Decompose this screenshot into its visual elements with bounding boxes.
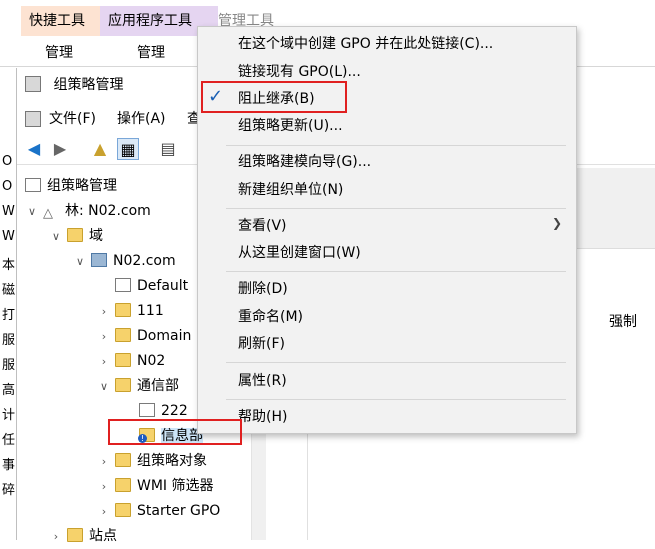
gpmc-app-icon	[25, 76, 41, 92]
bg-char: 高	[2, 383, 16, 398]
ou-folder-icon	[115, 328, 131, 342]
properties-icon[interactable]: ▤	[157, 138, 179, 160]
back-arrow-icon[interactable]: ◀	[23, 138, 45, 160]
window-title: 组策略管理	[25, 72, 123, 98]
menu-item-new-window[interactable]: 从这里创建窗口(W)	[238, 241, 361, 265]
tree-node-gpo-objects[interactable]: › 组策略对象	[97, 449, 207, 473]
tree-node-sites[interactable]: › 站点	[49, 524, 117, 548]
menu-separator	[226, 362, 566, 363]
tree-node-ou-domain[interactable]: › Domain	[97, 324, 191, 348]
bg-char: 计	[2, 408, 16, 423]
tree-label: 站点	[89, 528, 117, 544]
menu-app-icon	[25, 111, 41, 127]
chevron-down-icon[interactable]: ∨	[25, 200, 39, 224]
chevron-right-icon: ❯	[552, 216, 563, 230]
up-folder-icon[interactable]: ▲	[89, 138, 111, 160]
tree-label: N02.com	[113, 253, 176, 269]
tree-node-ou-111[interactable]: › 111	[97, 299, 164, 323]
menu-item-modeling-wizard[interactable]: 组策略建模向导(G)...	[238, 150, 371, 174]
bg-char: W	[2, 229, 15, 244]
tree-label: N02	[137, 353, 166, 369]
highlight-box-info-ou	[108, 419, 242, 445]
forward-arrow-icon[interactable]: ▶	[49, 138, 71, 160]
menu-separator	[226, 145, 566, 146]
menu-separator	[226, 208, 566, 209]
ou-folder-icon	[115, 378, 131, 392]
domains-icon	[67, 228, 83, 242]
bg-char: 磁	[2, 283, 16, 298]
menu-item-delete[interactable]: 删除(D)	[238, 277, 288, 301]
chevron-right-icon[interactable]: ›	[97, 500, 111, 524]
chevron-right-icon[interactable]: ›	[49, 525, 63, 549]
menu-item-help[interactable]: 帮助(H)	[238, 405, 287, 429]
bg-char: 本	[2, 258, 16, 273]
window-title-text: 组策略管理	[53, 77, 124, 93]
bg-char: 服	[2, 333, 16, 348]
menu-item-view[interactable]: 查看(V)	[238, 214, 287, 238]
tree-label: 域	[89, 228, 103, 244]
bg-char: 服	[2, 358, 16, 373]
tree-label: 222	[161, 403, 188, 419]
bg-char: 碎	[2, 483, 16, 498]
tree-node-domains[interactable]: ∨ 域	[49, 224, 103, 248]
tree-node-ou-comms[interactable]: ∨ 通信部	[97, 374, 179, 398]
chevron-right-icon[interactable]: ›	[97, 475, 111, 499]
tree-node-gpmc-root[interactable]: 组策略管理	[21, 174, 117, 198]
folder-icon	[115, 503, 131, 517]
tree-label: 林: N02.com	[65, 203, 151, 219]
chevron-right-icon[interactable]: ›	[97, 350, 111, 374]
folder-icon	[115, 478, 131, 492]
bg-char: 事	[2, 458, 16, 473]
tree-node-domain[interactable]: ∨ N02.com	[73, 249, 176, 273]
folder-icon	[115, 453, 131, 467]
tree-node-forest[interactable]: ∨ △ 林: N02.com	[25, 199, 151, 223]
gpo-link-icon	[115, 278, 131, 292]
menu-file[interactable]: 文件(F)	[49, 108, 96, 128]
menu-item-rename[interactable]: 重命名(M)	[238, 305, 303, 329]
ribbon-sub-manage-2[interactable]: 管理	[100, 42, 202, 64]
domain-icon	[91, 253, 107, 267]
menu-separator	[226, 399, 566, 400]
tree-label: Domain	[137, 328, 192, 344]
tree-label: 111	[137, 303, 164, 319]
menu-item-refresh[interactable]: 刷新(F)	[238, 332, 285, 356]
bg-char: O	[2, 179, 13, 194]
tree-node-starter-gpo[interactable]: › Starter GPO	[97, 499, 220, 523]
chevron-down-icon[interactable]: ∨	[49, 225, 63, 249]
tree-label: Default	[137, 278, 189, 294]
tree-label: 通信部	[137, 378, 179, 394]
gpmc-icon	[25, 178, 41, 192]
bg-char: W	[2, 204, 15, 219]
tree-node-wmi-filters[interactable]: › WMI 筛选器	[97, 474, 214, 498]
tree-label: Starter GPO	[137, 503, 221, 519]
bg-char: O	[2, 154, 13, 169]
gpo-link-icon	[139, 403, 155, 417]
tree-label: WMI 筛选器	[137, 478, 214, 494]
ou-folder-icon	[115, 303, 131, 317]
menu-item-properties[interactable]: 属性(R)	[238, 369, 287, 393]
menu-item-gp-update[interactable]: 组策略更新(U)...	[238, 114, 343, 138]
menu-item-new-ou[interactable]: 新建组织单位(N)	[238, 178, 343, 202]
chevron-down-icon[interactable]: ∨	[73, 250, 87, 274]
tree-node-ou-n02[interactable]: › N02	[97, 349, 165, 373]
chevron-right-icon[interactable]: ›	[97, 300, 111, 324]
chevron-down-icon[interactable]: ∨	[97, 375, 111, 399]
column-header-enforced[interactable]: 强制	[609, 311, 637, 331]
tree-label: 组策略对象	[137, 453, 207, 469]
chevron-right-icon[interactable]: ›	[97, 450, 111, 474]
chevron-right-icon[interactable]: ›	[97, 325, 111, 349]
menu-item-create-gpo-link[interactable]: 在这个域中创建 GPO 并在此处链接(C)...	[238, 32, 493, 56]
bg-char: 打	[2, 308, 16, 323]
menu-action[interactable]: 操作(A)	[117, 108, 166, 128]
show-hide-tree-icon[interactable]: ▦	[117, 138, 139, 160]
ribbon-sub-manage-1[interactable]: 管理	[21, 42, 97, 64]
highlight-box-block-inheritance	[201, 81, 347, 113]
ou-folder-icon	[115, 353, 131, 367]
tree-node-default-gpo[interactable]: Default	[97, 274, 188, 298]
menu-separator	[226, 271, 566, 272]
forest-icon: △	[43, 206, 53, 221]
bg-char: 任	[2, 433, 16, 448]
tree-label: 组策略管理	[47, 178, 117, 194]
